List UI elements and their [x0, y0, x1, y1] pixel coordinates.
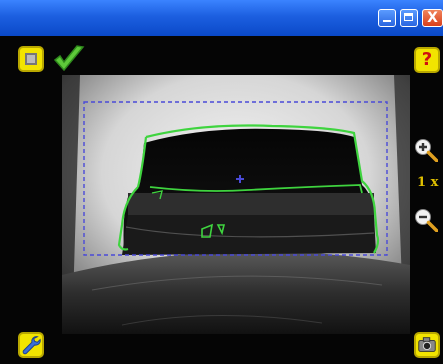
zoom-in-button[interactable] [414, 138, 438, 162]
camera-icon [418, 337, 436, 352]
help-icon: ? [421, 49, 433, 70]
inspection-image [62, 75, 410, 334]
zoom-out-button[interactable] [414, 208, 438, 232]
close-icon: X [427, 10, 438, 26]
maximize-button[interactable] [400, 9, 418, 27]
settings-wrench-button[interactable] [18, 332, 44, 358]
stop-button[interactable] [18, 46, 44, 72]
wrench-icon [22, 336, 41, 355]
minimize-button[interactable] [378, 9, 396, 27]
camera-button[interactable] [414, 332, 440, 358]
camera-viewport[interactable] [62, 75, 410, 334]
help-button[interactable]: ? [414, 47, 440, 73]
title-bar[interactable]: X [0, 0, 443, 36]
pass-check-icon [53, 45, 85, 72]
zoom-level-label: 1 x [417, 175, 439, 190]
close-button[interactable]: X [422, 9, 443, 27]
